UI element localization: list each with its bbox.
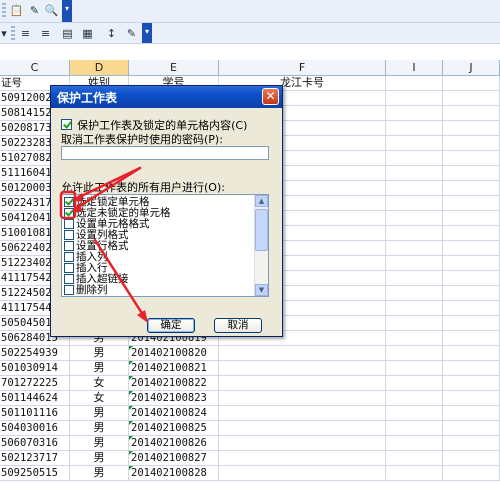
arrow-to-locked-option [73, 166, 142, 201]
arrow-head-icon [72, 193, 82, 202]
arrow-to-ok-button [93, 238, 147, 320]
arrow-to-unlocked-option [73, 166, 142, 211]
arrow-head-icon [137, 310, 148, 323]
annotation-arrows [59, 166, 148, 323]
highlight-box [59, 190, 77, 220]
